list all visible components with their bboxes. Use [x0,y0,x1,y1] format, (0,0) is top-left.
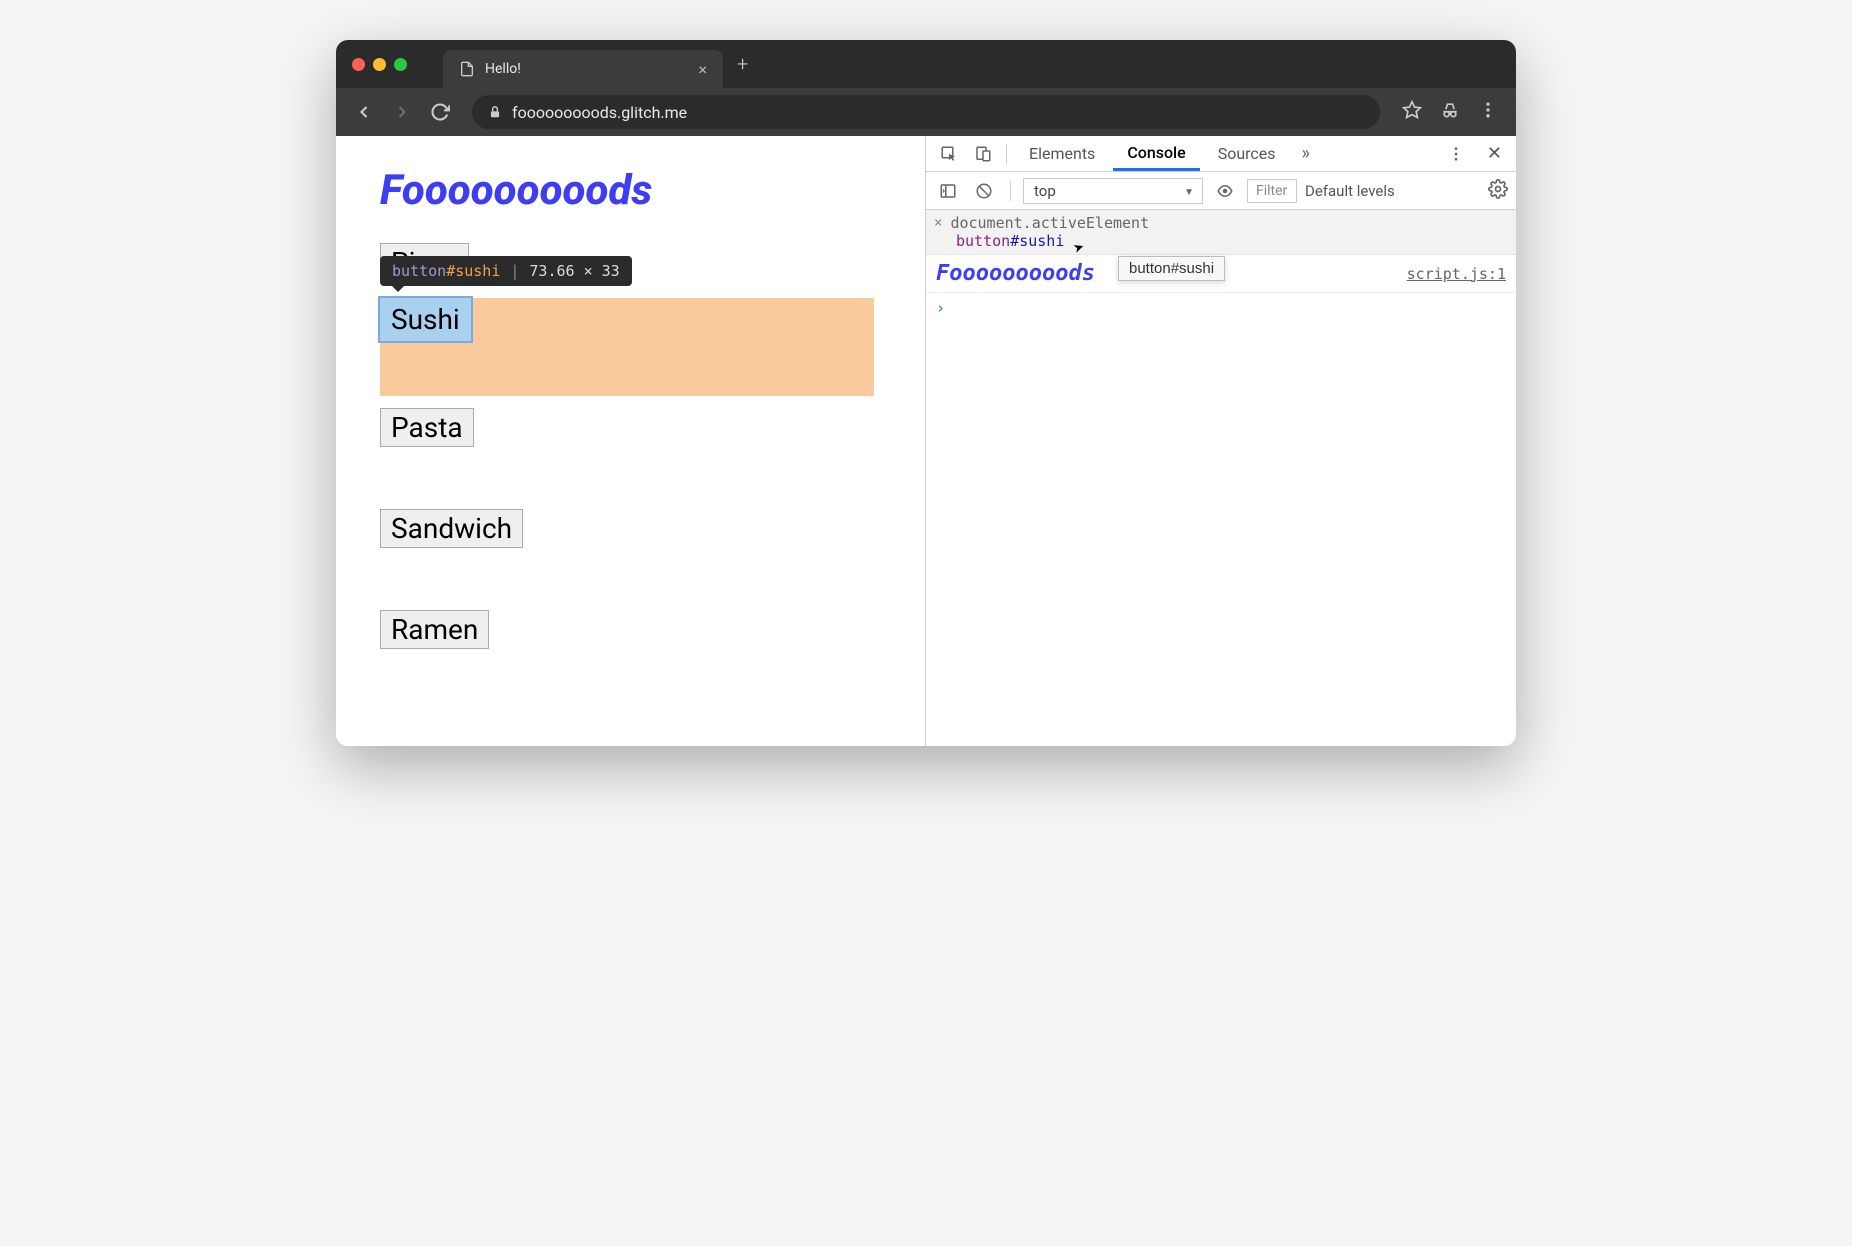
tooltip-tag: button [392,262,446,280]
live-expression-row: × document.activeElement button#sushi [926,210,1516,255]
food-row-highlighted: button#sushi | 73.66 × 33 Sushi [380,298,881,396]
lock-icon [488,105,502,119]
tab-elements[interactable]: Elements [1015,136,1109,171]
console-output: × document.activeElement button#sushi ➤ … [926,210,1516,746]
back-button[interactable] [348,96,380,128]
ramen-button[interactable]: Ramen [380,610,489,649]
devtools-panel: Elements Console Sources » ✕ [926,136,1516,746]
new-tab-button[interactable]: + [723,52,762,76]
content-area: Fooooooooods Pizza button#sushi | 73.66 … [336,136,1516,746]
live-expression-input[interactable]: × document.activeElement [934,214,1508,232]
address-bar[interactable]: fooooooooods.glitch.me [472,95,1380,129]
url-text: fooooooooods.glitch.me [512,103,687,122]
tab-sources[interactable]: Sources [1204,136,1290,171]
console-sidebar-icon[interactable] [934,182,962,200]
console-settings-icon[interactable] [1488,179,1508,203]
titlebar: Hello! × + [336,40,1516,88]
device-toggle-icon[interactable] [968,139,998,169]
tabs-overflow-icon[interactable]: » [1294,143,1318,164]
minimize-window-button[interactable] [373,58,386,71]
sandwich-button[interactable]: Sandwich [380,509,523,548]
close-tab-icon[interactable]: × [698,60,707,79]
log-source-link[interactable]: script.js:1 [1407,265,1506,283]
filter-input[interactable]: Filter [1247,179,1297,203]
log-levels-selector[interactable]: Default levels [1305,182,1395,200]
food-row: Pasta [380,408,881,447]
document-icon [459,61,475,77]
page-heading: Fooooooooods [380,166,881,215]
browser-tabbar: Hello! × + [443,40,762,88]
live-expression-icon[interactable] [1211,182,1239,200]
tab-console[interactable]: Console [1113,136,1199,171]
toolbar: fooooooooods.glitch.me [336,88,1516,136]
clear-console-icon[interactable] [970,182,998,200]
live-expression-output[interactable]: button#sushi [934,232,1508,250]
traffic-lights [336,58,423,71]
tooltip-dimensions: 73.66 × 33 [529,262,619,280]
star-icon[interactable] [1402,100,1422,124]
menu-icon[interactable] [1478,100,1498,124]
inspect-tooltip: button#sushi | 73.66 × 33 [380,256,632,286]
maximize-window-button[interactable] [394,58,407,71]
toolbar-right [1396,100,1504,124]
devtools-menu-icon[interactable] [1441,139,1471,169]
reload-button[interactable] [424,96,456,128]
incognito-icon[interactable] [1440,100,1460,124]
pasta-button[interactable]: Pasta [380,408,474,447]
console-prompt[interactable]: › [926,293,1516,323]
remove-expression-icon[interactable]: × [934,215,942,231]
food-row: Sandwich [380,509,881,548]
tooltip-id: #sushi [446,262,500,280]
devtools-tabbar: Elements Console Sources » ✕ [926,136,1516,172]
devtools-close-icon[interactable]: ✕ [1481,143,1508,164]
context-selector[interactable]: top [1023,178,1203,204]
page-viewport: Fooooooooods Pizza button#sushi | 73.66 … [336,136,926,746]
console-toolbar: top Filter Default levels [926,172,1516,210]
log-message: Fooooooooods [936,259,1095,288]
forward-button[interactable] [386,96,418,128]
food-row: Ramen [380,610,881,649]
sushi-button[interactable]: Sushi [380,298,471,341]
hover-tooltip: button#sushi [1118,256,1225,281]
tab-title: Hello! [485,61,521,77]
close-window-button[interactable] [352,58,365,71]
browser-tab[interactable]: Hello! × [443,50,723,88]
inspect-element-icon[interactable] [934,139,964,169]
browser-window: Hello! × + fooooooooods.glitch.me [336,40,1516,746]
